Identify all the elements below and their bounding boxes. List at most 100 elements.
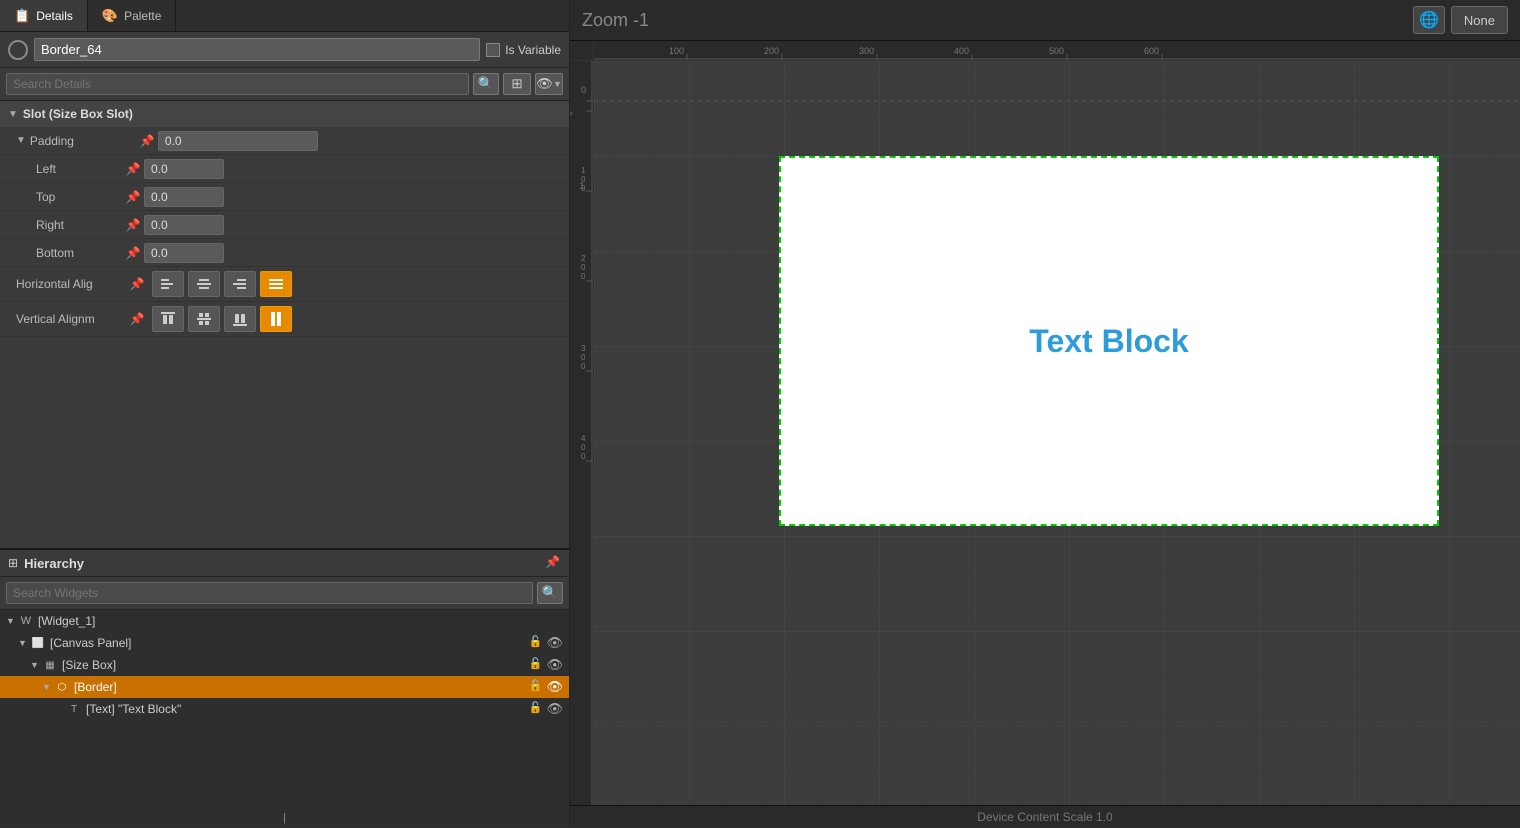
canvas-area: Zoom -1 🌐 None 100 200 300 400	[570, 0, 1520, 828]
hierarchy-search: 🔍	[0, 577, 569, 610]
vertical-align-label: Vertical Alignm	[16, 312, 126, 326]
canvas-header: Zoom -1 🌐 None	[570, 0, 1520, 41]
expand-arrow-widget1: ▼	[6, 616, 18, 626]
svg-text:500: 500	[1049, 46, 1064, 56]
padding-value-input[interactable]	[158, 131, 318, 151]
padding-label: Padding	[30, 134, 140, 148]
details-icon: 📋	[14, 8, 30, 24]
canvas-body: 0 1 1 0 0 2 0 0 3 0 0 4 0	[570, 61, 1520, 805]
padding-left-label: Left	[16, 162, 126, 176]
widget1-label: [Widget_1]	[38, 614, 563, 628]
padding-top-label: Top	[16, 190, 126, 204]
svg-text:0: 0	[581, 85, 586, 95]
padding-left-input[interactable]	[144, 159, 224, 179]
padding-main-row: ▼ Padding 📌	[0, 127, 569, 155]
search-details-input[interactable]	[6, 73, 469, 95]
none-button[interactable]: None	[1451, 6, 1508, 34]
hierarchy-header: ⊞ Hierarchy 📌	[0, 550, 569, 577]
cursor-indicator: |	[283, 812, 286, 824]
text-icon: T	[66, 701, 82, 717]
zoom-label: Zoom -1	[582, 10, 649, 31]
hierarchy-item-text[interactable]: ▶ T [Text] "Text Block" 🔓 👁	[0, 698, 569, 720]
halign-center-button[interactable]	[188, 271, 220, 297]
canvas-panel-eye-icon[interactable]: 👁	[546, 635, 563, 651]
hierarchy-list: ▼ W [Widget_1] ▼ ⬜ [Canvas Panel] 🔓 👁 ▼ …	[0, 610, 569, 808]
svg-text:0: 0	[581, 184, 586, 193]
canvas-viewport[interactable]: Text Block	[594, 61, 1520, 805]
canvas-panel-icons: 🔓 👁	[529, 635, 563, 651]
size-box-label: [Size Box]	[62, 658, 529, 672]
canvas-actions: 🌐 None	[1413, 6, 1508, 34]
hierarchy-title: Hierarchy	[24, 556, 84, 571]
hierarchy-search-button[interactable]: 🔍	[537, 582, 563, 604]
top-pin-icon[interactable]: 📌	[126, 190, 140, 204]
halign-left-button[interactable]	[152, 271, 184, 297]
collapse-arrow: ▼	[8, 109, 18, 120]
valign-fill-button[interactable]	[260, 306, 292, 332]
tab-palette[interactable]: 🎨 Palette	[88, 0, 177, 31]
text-lock-icon: 🔓	[529, 701, 543, 717]
valign-bottom-button[interactable]	[224, 306, 256, 332]
border-icons: 🔓 👁	[529, 679, 563, 695]
svg-text:400: 400	[954, 46, 969, 56]
canvas-panel-icon: ⬜	[30, 635, 46, 651]
valign-center-button[interactable]	[188, 306, 220, 332]
svg-text:200: 200	[764, 46, 779, 56]
search-details-button[interactable]: 🔍	[473, 73, 499, 95]
tab-palette-label: Palette	[124, 9, 161, 23]
text-eye-icon[interactable]: 👁	[546, 701, 563, 717]
halign-fill-button[interactable]	[260, 271, 292, 297]
hierarchy-item-canvas-panel[interactable]: ▼ ⬜ [Canvas Panel] 🔓 👁	[0, 632, 569, 654]
expand-arrow-sizebox: ▼	[30, 660, 42, 670]
slot-section-header[interactable]: ▼ Slot (Size Box Slot)	[0, 101, 569, 127]
svg-text:1: 1	[581, 166, 586, 175]
svg-text:3: 3	[581, 344, 586, 353]
hierarchy-item-size-box[interactable]: ▼ ▦ [Size Box] 🔓 👁	[0, 654, 569, 676]
hierarchy-item-border[interactable]: ▼ ⬡ [Border] 🔓 👁	[0, 676, 569, 698]
border-lock-icon: 🔓	[529, 679, 543, 695]
visibility-toggle-button[interactable]: 👁▼	[535, 73, 563, 95]
halign-right-button[interactable]	[224, 271, 256, 297]
size-box-icon: ▦	[42, 657, 58, 673]
widget1-icon: W	[18, 613, 34, 629]
size-box-lock-icon: 🔓	[529, 657, 543, 673]
svg-text:0: 0	[581, 452, 586, 461]
padding-top-input[interactable]	[144, 187, 224, 207]
left-pin-icon[interactable]: 📌	[126, 162, 140, 176]
svg-text:0: 0	[581, 362, 586, 371]
search-row: 🔍 ⊞ 👁▼	[0, 68, 569, 101]
padding-bottom-input[interactable]	[144, 243, 224, 263]
top-tabs: 📋 Details 🎨 Palette	[0, 0, 569, 32]
hierarchy-search-input[interactable]	[6, 582, 533, 604]
is-variable-checkbox[interactable]	[486, 43, 500, 57]
padding-pin-icon[interactable]: 📌	[140, 134, 154, 148]
border-label: [Border]	[74, 680, 529, 694]
node-circle-icon	[8, 40, 28, 60]
ruler-corner	[570, 41, 594, 61]
details-scrollable: ▼ Slot (Size Box Slot) ▼ Padding 📌 Left …	[0, 101, 569, 548]
widget-box: Text Block	[779, 156, 1439, 526]
palette-icon: 🎨	[102, 8, 118, 24]
size-box-icons: 🔓 👁	[529, 657, 563, 673]
vertical-ruler: 0 1 1 0 0 2 0 0 3 0 0 4 0	[570, 61, 594, 805]
padding-top-row: Top 📌	[0, 183, 569, 211]
halign-pin-icon[interactable]: 📌	[130, 277, 144, 291]
size-box-eye-icon[interactable]: 👁	[546, 657, 563, 673]
padding-arrow: ▼	[16, 135, 26, 146]
tab-details[interactable]: 📋 Details	[0, 0, 88, 31]
valign-top-button[interactable]	[152, 306, 184, 332]
padding-right-input[interactable]	[144, 215, 224, 235]
hierarchy-pin-icon: 📌	[545, 555, 561, 571]
is-variable-label: Is Variable	[505, 43, 561, 57]
globe-button[interactable]: 🌐	[1413, 6, 1445, 34]
valign-pin-icon[interactable]: 📌	[130, 312, 144, 326]
border-eye-icon[interactable]: 👁	[546, 679, 563, 695]
canvas-panel-lock-icon: 🔓	[529, 635, 543, 651]
svg-text:0: 0	[570, 111, 574, 116]
grid-view-button[interactable]: ⊞	[503, 73, 531, 95]
bottom-pin-icon[interactable]: 📌	[126, 246, 140, 260]
node-name-input[interactable]	[34, 38, 480, 61]
hierarchy-item-widget1[interactable]: ▼ W [Widget_1]	[0, 610, 569, 632]
right-pin-icon[interactable]: 📌	[126, 218, 140, 232]
svg-text:0: 0	[581, 353, 586, 362]
